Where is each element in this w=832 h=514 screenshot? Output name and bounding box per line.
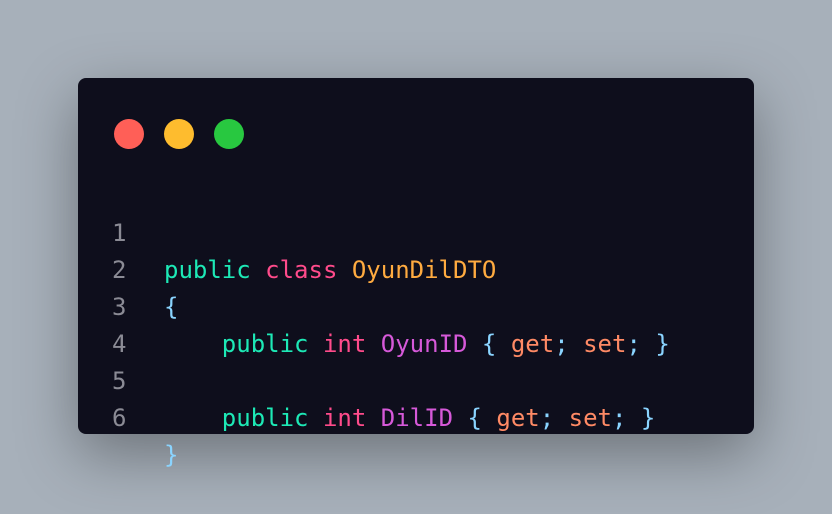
code-window: 1 public class OyunDilDTO 2 { 3 public i…	[78, 78, 754, 469]
line-number: 6	[112, 404, 127, 432]
close-dot-icon	[114, 119, 144, 149]
code-block: 1 public class OyunDilDTO 2 { 3 public i…	[78, 178, 754, 469]
close-brace: }	[164, 441, 179, 469]
code-line: 1 public class OyunDilDTO	[78, 178, 754, 284]
keyword-type: int	[322, 404, 367, 432]
accessor-set: set	[568, 404, 612, 432]
code-line: 4	[78, 289, 754, 358]
code-line: 2 {	[78, 215, 754, 321]
maximize-dot-icon	[214, 119, 244, 149]
stage: 1 public class OyunDilDTO 2 { 3 public i…	[0, 0, 832, 514]
window-controls	[114, 119, 244, 149]
code-line: 5 public int DilID { get; set; }	[78, 326, 754, 432]
code-line: 3 public int OyunID { get; set; }	[78, 252, 754, 358]
accessor-open-brace: {	[467, 404, 482, 432]
line-content: }	[164, 437, 178, 474]
semicolon: ;	[539, 404, 555, 432]
property-name: DilID	[380, 404, 454, 432]
accessor-get: get	[496, 404, 540, 432]
line-content: public int DilID { get; set; }	[164, 400, 656, 437]
accessor-close-brace: }	[640, 404, 656, 432]
minimize-dot-icon	[164, 119, 194, 149]
keyword-public: public	[221, 404, 309, 432]
semicolon: ;	[612, 404, 627, 432]
code-line: 6 }	[78, 363, 754, 469]
